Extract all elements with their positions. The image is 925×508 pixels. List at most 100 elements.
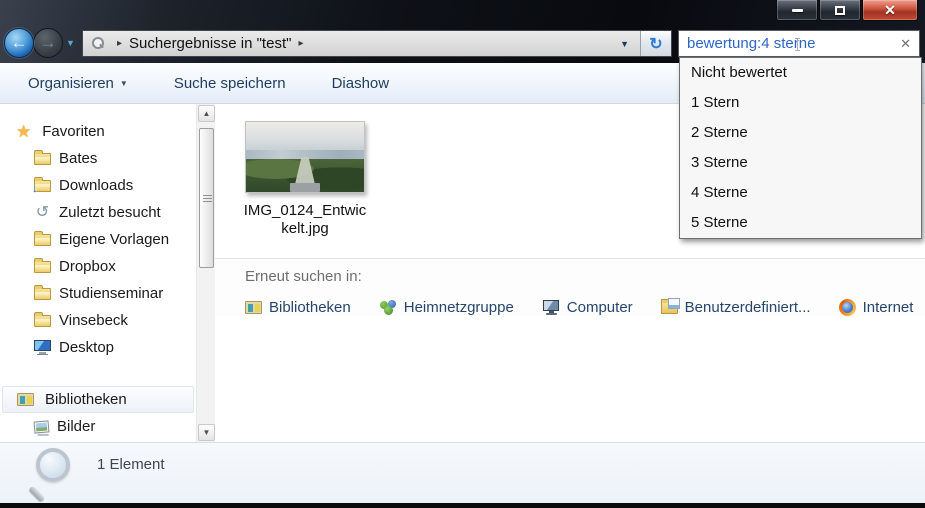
maximize-icon: [835, 5, 845, 15]
location-label: Bibliotheken: [269, 299, 351, 316]
sidebar-item-favoriten[interactable]: ★ Favoriten: [0, 118, 196, 145]
window-bottom-frame: [0, 503, 925, 508]
address-bar[interactable]: ▸ Suchergebnisse in "test" ▸ ▼ ↻: [82, 30, 672, 57]
sidebar-item-zuletzt-besucht[interactable]: ↺ Zuletzt besucht: [0, 199, 196, 226]
sidebar-item-bates[interactable]: Bates: [0, 145, 196, 172]
magnifier-handle: [28, 485, 46, 503]
sidebar-label: Eigene Vorlagen: [59, 231, 170, 248]
navigation-pane: ★ Favoriten Bates ↓ Downloads ↺ Zuletzt …: [0, 104, 196, 442]
location-label: Benutzerdefiniert...: [684, 299, 811, 316]
recent-places-icon: ↺: [35, 203, 50, 221]
sidebar-label: Bibliotheken: [45, 391, 127, 408]
slideshow-label: Diashow: [331, 74, 390, 92]
sidebar-item-desktop[interactable]: Desktop: [0, 334, 196, 361]
close-icon: ✕: [884, 2, 896, 18]
sidebar-label: Downloads: [59, 177, 134, 194]
search-location-heimnetzgruppe[interactable]: Heimnetzgruppe: [379, 299, 514, 316]
folder-icon: [34, 149, 51, 165]
homegroup-icon: [379, 300, 397, 315]
magnifier-lens: [36, 448, 70, 482]
address-history-dropdown-icon[interactable]: ▼: [609, 39, 640, 49]
suggestion-3-sterne[interactable]: 3 Sterne: [680, 148, 921, 178]
text-cursor: [795, 38, 800, 51]
computer-icon: [542, 300, 560, 315]
sidebar-item-bibliotheken[interactable]: Bibliotheken: [2, 386, 194, 413]
file-name[interactable]: IMG_0124_Entwic kelt.jpg: [240, 202, 370, 238]
sidebar-label: Favoriten: [42, 123, 105, 140]
organize-button[interactable]: Organisieren ▼: [14, 70, 142, 97]
suggestion-nicht-bewertet[interactable]: Nicht bewertet: [680, 58, 921, 88]
search-box[interactable]: ✕: [678, 30, 920, 57]
sidebar-item-bilder[interactable]: Bilder: [0, 413, 196, 440]
suggestion-1-stern[interactable]: 1 Stern: [680, 88, 921, 118]
thumbnail-structure: [290, 183, 320, 192]
item-count: 1 Element: [97, 456, 165, 473]
search-suggestions-dropdown: Nicht bewertet 1 Stern 2 Sterne 3 Sterne…: [679, 57, 922, 239]
breadcrumb-arrow-icon[interactable]: ▸: [291, 38, 310, 49]
sidebar-item-studienseminar[interactable]: Studienseminar: [0, 280, 196, 307]
minimize-button[interactable]: [776, 0, 818, 21]
search-again-locations: Bibliotheken Heimnetzgruppe Computer Ben…: [245, 297, 925, 316]
sidebar-label: Bilder: [57, 418, 96, 435]
search-location-computer[interactable]: Computer: [542, 299, 633, 316]
suggestion-4-sterne[interactable]: 4 Sterne: [680, 178, 921, 208]
clear-search-icon[interactable]: ✕: [900, 36, 911, 52]
search-again-label: Erneut suchen in:: [245, 268, 362, 285]
forward-button[interactable]: →: [33, 28, 63, 58]
pictures-icon: [33, 419, 50, 434]
file-name-line2: kelt.jpg: [281, 220, 329, 237]
close-button[interactable]: ✕: [862, 0, 918, 21]
save-search-label: Suche speichern: [173, 74, 286, 92]
sidebar-item-vinsebeck[interactable]: Vinsebeck: [0, 307, 196, 334]
search-location-internet[interactable]: Internet: [838, 299, 914, 316]
folder-icon: [34, 311, 51, 327]
scroll-down-icon: ▼: [202, 428, 211, 437]
breadcrumb-location[interactable]: Suchergebnisse in "test": [129, 35, 291, 52]
sidebar-item-eigene-vorlagen[interactable]: Eigene Vorlagen: [0, 226, 196, 253]
search-input[interactable]: [687, 35, 897, 52]
location-label: Computer: [566, 299, 633, 316]
sidebar-label: Studienseminar: [59, 285, 164, 302]
suggestion-2-sterne[interactable]: 2 Sterne: [680, 118, 921, 148]
folder-icon: [34, 230, 51, 246]
chevron-down-icon: ▼: [119, 78, 128, 88]
folder-icon: [34, 257, 51, 273]
slideshow-button[interactable]: Diashow: [318, 70, 404, 97]
file-name-line1: IMG_0124_Entwic: [243, 202, 367, 219]
scrollbar-thumb[interactable]: [199, 128, 214, 268]
custom-search-folder-icon: [660, 297, 680, 314]
breadcrumb-arrow-icon[interactable]: ▸: [110, 38, 129, 49]
sidebar-label: Dropbox: [59, 258, 116, 275]
save-search-button[interactable]: Suche speichern: [160, 70, 300, 97]
download-arrow-icon: ↓: [32, 182, 38, 195]
file-item-img-0124[interactable]: IMG_0124_Entwic kelt.jpg: [240, 121, 370, 238]
back-arrow-icon: ←: [10, 33, 28, 52]
back-button[interactable]: ←: [4, 28, 34, 58]
scroll-down-button[interactable]: ▼: [198, 424, 215, 441]
sidebar-label: Bates: [59, 150, 98, 167]
search-location-bibliotheken[interactable]: Bibliotheken: [245, 299, 351, 316]
refresh-button[interactable]: ↻: [640, 31, 671, 56]
internet-browser-icon: [838, 299, 856, 316]
maximize-button[interactable]: [819, 0, 861, 21]
suggestion-5-sterne[interactable]: 5 Sterne: [680, 208, 921, 238]
search-again-section: Erneut suchen in: Bibliotheken Heimnetzg…: [215, 258, 925, 316]
library-icon: [245, 301, 262, 314]
sidebar-label: Zuletzt besucht: [59, 204, 161, 221]
sidebar-item-downloads[interactable]: ↓ Downloads: [0, 172, 196, 199]
refresh-icon: ↻: [649, 35, 663, 53]
search-location-benutzerdefiniert[interactable]: Benutzerdefiniert...: [660, 297, 811, 316]
photo-thumbnail[interactable]: [245, 121, 365, 193]
minimize-icon: [791, 8, 803, 12]
sidebar-scrollbar[interactable]: ▲ ▼: [196, 104, 215, 442]
status-bar: 1 Element: [0, 442, 925, 503]
scroll-up-icon: ▲: [202, 109, 211, 118]
scroll-up-button[interactable]: ▲: [198, 105, 215, 122]
sidebar-item-dropbox[interactable]: Dropbox: [0, 253, 196, 280]
star-icon: ★: [16, 122, 32, 141]
desktop-icon: [34, 340, 51, 355]
recent-pages-dropdown[interactable]: ▼: [66, 38, 75, 48]
sidebar-label: Desktop: [59, 339, 115, 356]
location-label: Internet: [862, 299, 914, 316]
navigation-row: ← → ▼ ▸ Suchergebnisse in "test" ▸ ▼ ↻ ✕: [0, 28, 925, 59]
